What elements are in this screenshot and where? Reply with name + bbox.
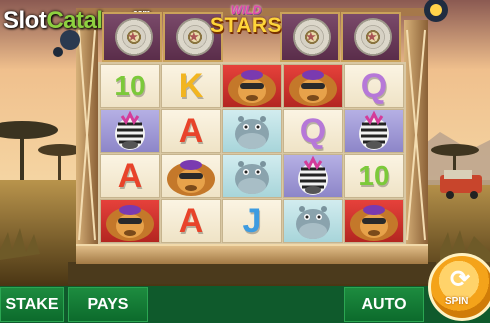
reel-symbol-lion <box>283 64 343 108</box>
reel-symbol-hippo <box>283 199 343 243</box>
reel-symbol-lion <box>161 154 221 198</box>
reel-symbol-zebra <box>344 109 404 153</box>
record-award-icon: ★ <box>280 12 340 62</box>
stage-frame-bottom <box>76 244 428 264</box>
record-award-icon: ★ <box>102 12 162 62</box>
reel-symbol-lion <box>100 199 160 243</box>
reel-symbol-label: A <box>178 112 204 150</box>
game-logo: WILD STARS <box>205 3 287 43</box>
reel-symbol-hippo <box>222 154 282 198</box>
stake-button[interactable]: STAKE <box>0 287 64 322</box>
reel-symbol-letter: A <box>100 154 160 198</box>
reel-symbol-zebra <box>283 154 343 198</box>
auto-button[interactable]: AUTO <box>344 287 424 322</box>
record-award-icon: ★ <box>341 12 401 62</box>
reel-symbol-label: 10 <box>358 160 390 191</box>
reel-symbol-letter: Q <box>344 64 404 108</box>
reel-symbol-lion <box>344 199 404 243</box>
reel-symbol-letter: A <box>161 199 221 243</box>
reel-symbol-lion <box>222 64 282 108</box>
reel-symbol-letter: Q <box>283 109 343 153</box>
logo-stars-text: STARS <box>209 14 283 37</box>
reel-symbol-letter: 10 <box>100 64 160 108</box>
reel-symbol-letter: 10 <box>344 154 404 198</box>
reel-symbol-label: Q <box>299 112 327 150</box>
game-scene: SlotCatalog.com ★ ★ ★ ★ WILD STARS 10KQA… <box>0 0 490 323</box>
reel-symbol-label: 10 <box>114 70 146 101</box>
spin-label: SPIN <box>445 296 469 307</box>
reel-symbol-label: Q <box>360 67 388 105</box>
reel-symbol-letter: A <box>161 109 221 153</box>
reel-symbol-zebra <box>100 109 160 153</box>
reel-symbol-label: A <box>178 202 204 240</box>
reel-symbol-label: J <box>242 202 262 240</box>
refresh-arrows-icon: ⟳ <box>450 266 471 293</box>
reel-symbol-letter: J <box>222 199 282 243</box>
reel-symbol-hippo <box>222 109 282 153</box>
reel-symbol-letter: K <box>161 64 221 108</box>
pays-button[interactable]: PAYS <box>68 287 148 322</box>
reel-symbol-label: K <box>178 67 204 105</box>
reel-grid: 10 K Q A Q A 10 A J <box>100 64 404 244</box>
watermark-text: Slot <box>3 7 47 34</box>
spin-button[interactable]: ⟳ SPIN <box>428 253 490 321</box>
reel-symbol-label: A <box>117 157 143 195</box>
